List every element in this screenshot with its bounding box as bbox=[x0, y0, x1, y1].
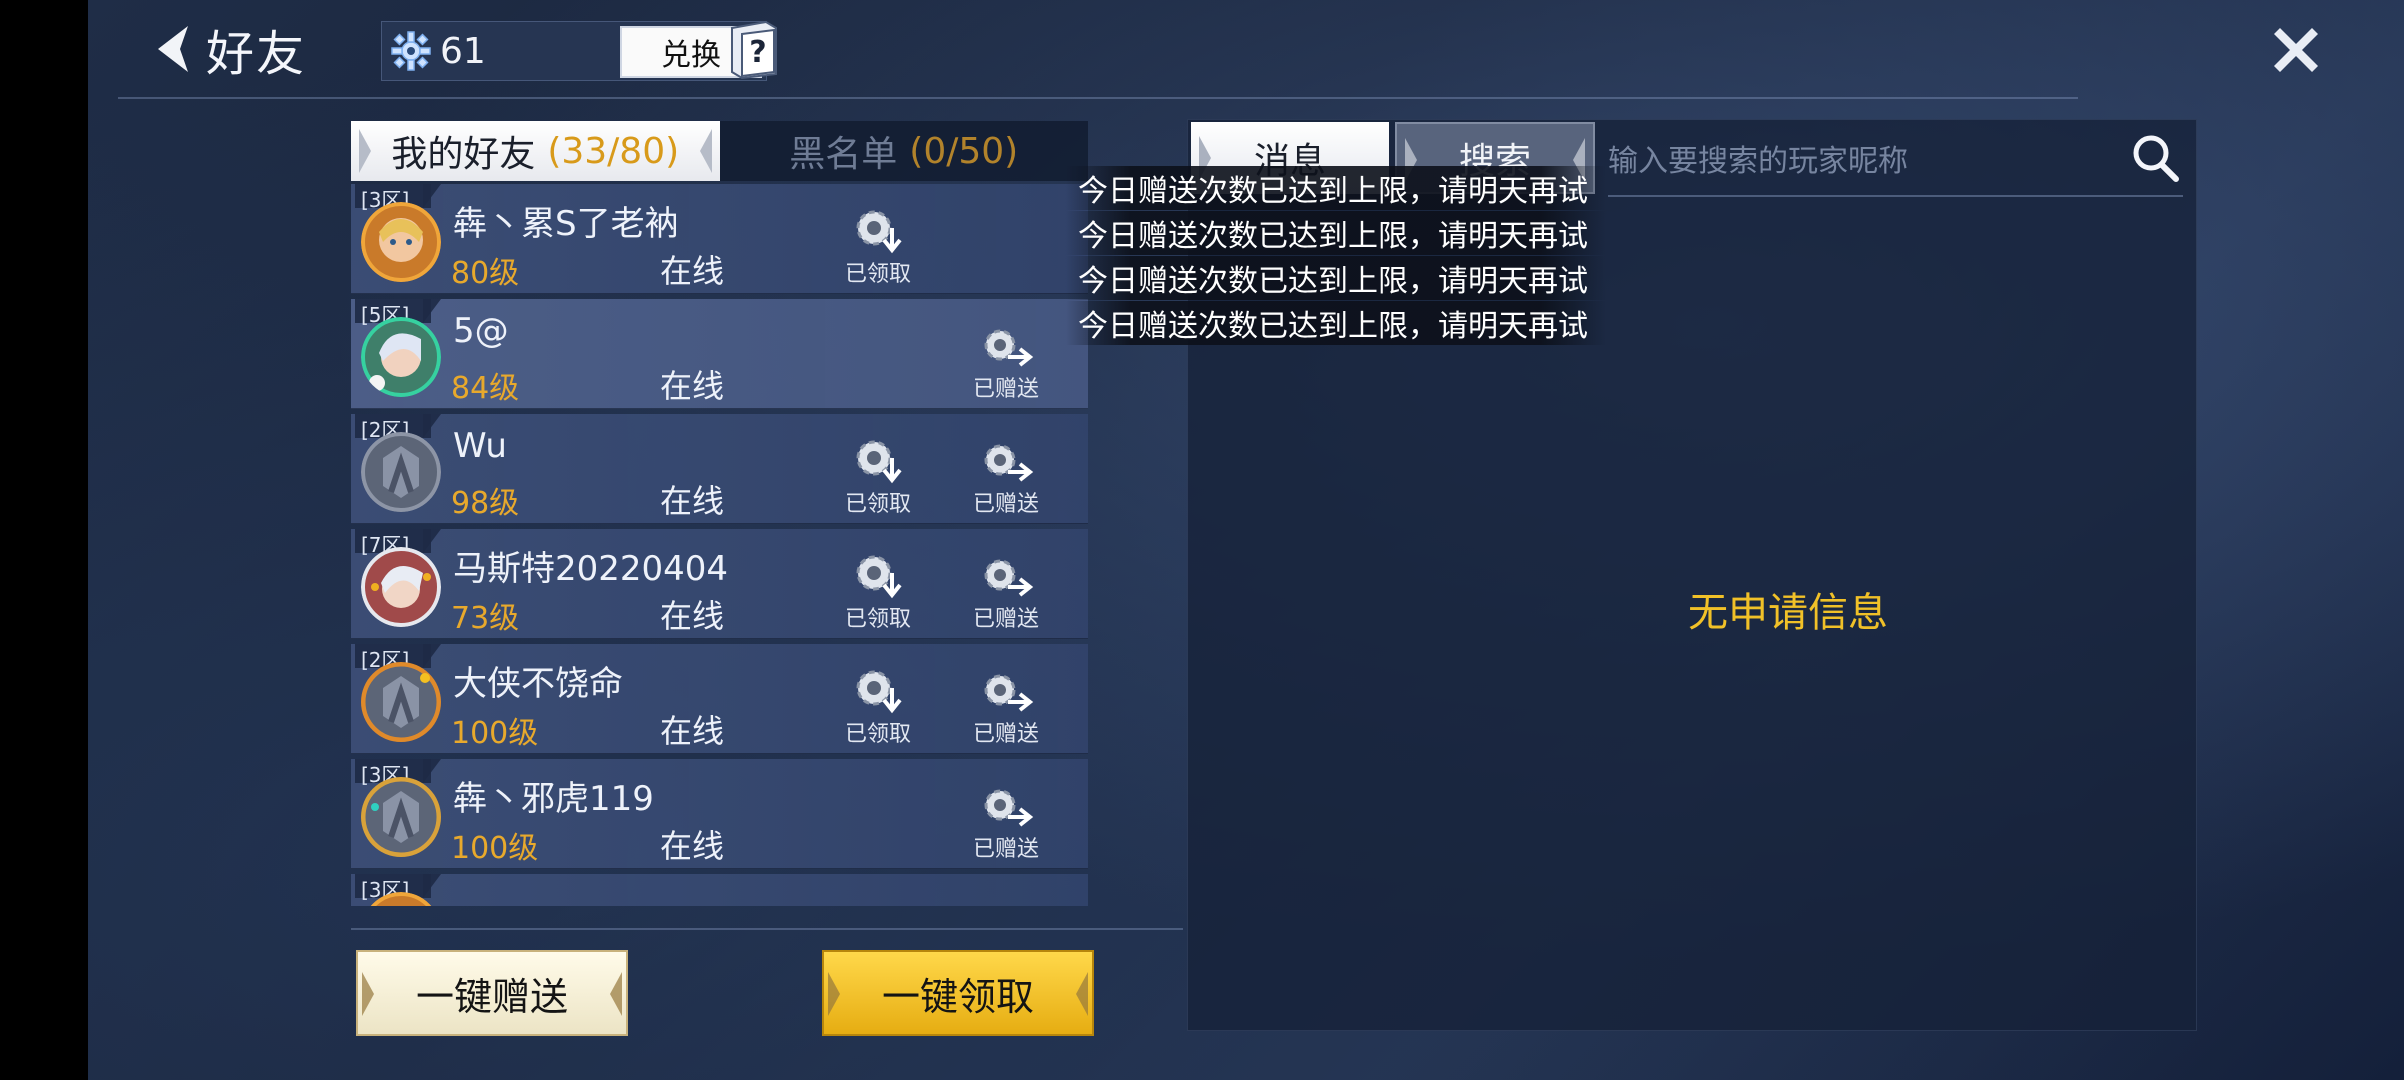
claim-gift-label: 已领取 bbox=[844, 262, 911, 287]
claim-gift-button[interactable]: 已领取 bbox=[833, 664, 923, 748]
friend-row[interactable]: [2区] 大侠不饶命 100级 在线 已领取 已赠送 bbox=[351, 644, 1088, 754]
gift-send-icon bbox=[984, 329, 1034, 367]
friend-level: 98级 bbox=[451, 486, 520, 521]
claim-all-button[interactable]: 一键领取 bbox=[822, 950, 1094, 1036]
list-divider bbox=[351, 928, 1183, 930]
tab-my-friends[interactable]: 我的好友 (33/80) bbox=[351, 121, 720, 181]
currency-bar: 61 兑换 bbox=[381, 21, 767, 81]
friend-row[interactable]: [3区] 犇丶累S了老衲 80级 在线 已领取 bbox=[351, 184, 1088, 294]
friend-level: 100级 bbox=[451, 716, 539, 751]
page-title: 好友 bbox=[206, 26, 307, 82]
search-icon[interactable] bbox=[2126, 126, 2186, 190]
claim-gift-button[interactable]: 已领取 bbox=[833, 204, 923, 288]
send-gift-label: 已赠送 bbox=[972, 377, 1039, 402]
friend-row[interactable]: [7区] 马斯特20220404 73级 在线 已领取 已赠送 bbox=[351, 529, 1088, 639]
toast-message: 今日赠送次数已达到上限，请明天再试 bbox=[1066, 211, 1606, 255]
tab-my-friends-label: 我的好友 bbox=[391, 134, 536, 175]
gift-send-icon bbox=[984, 674, 1034, 712]
friend-status: 在线 bbox=[660, 252, 725, 290]
friend-status: 在线 bbox=[660, 712, 725, 750]
send-gift-button[interactable]: 已赠送 bbox=[961, 664, 1051, 748]
send-gift-button[interactable]: 已赠送 bbox=[961, 319, 1051, 403]
svg-text:?: ? bbox=[749, 35, 766, 70]
search-input[interactable] bbox=[1608, 130, 2128, 192]
claim-gift-label: 已领取 bbox=[844, 607, 911, 632]
claim-gift-label: 已领取 bbox=[844, 722, 911, 747]
avatar[interactable] bbox=[361, 432, 441, 512]
back-arrow-icon bbox=[158, 26, 188, 72]
friend-name: 5@ bbox=[453, 311, 509, 351]
help-book-icon[interactable]: ? bbox=[726, 18, 782, 80]
avatar[interactable] bbox=[361, 202, 441, 282]
friend-level: 100级 bbox=[451, 831, 539, 866]
tab-blacklist-count: (0/50) bbox=[909, 130, 1019, 172]
claim-gift-button[interactable]: 已领取 bbox=[833, 549, 923, 633]
friend-status: 在线 bbox=[660, 482, 725, 520]
gift-claim-icon bbox=[856, 210, 902, 254]
toast-message: 今日赠送次数已达到上限，请明天再试 bbox=[1066, 256, 1606, 300]
toast-stack: 今日赠送次数已达到上限，请明天再试 今日赠送次数已达到上限，请明天再试 今日赠送… bbox=[1066, 166, 1606, 346]
send-gift-button[interactable]: 已赠送 bbox=[961, 779, 1051, 863]
send-all-button[interactable]: 一键赠送 bbox=[356, 950, 628, 1036]
currency-count: 61 bbox=[440, 30, 486, 72]
close-icon[interactable] bbox=[2266, 20, 2326, 80]
header-divider bbox=[118, 97, 2078, 99]
send-gift-label: 已赠送 bbox=[972, 607, 1039, 632]
friend-status: 在线 bbox=[660, 827, 725, 865]
friend-name: 犇丶邪虎119 bbox=[453, 779, 654, 819]
gear-token-icon bbox=[391, 31, 431, 71]
send-gift-label: 已赠送 bbox=[972, 837, 1039, 862]
search-underline bbox=[1608, 195, 2183, 197]
friend-row[interactable]: [5区] 5@ 84级 在线 已赠送 bbox=[351, 299, 1088, 409]
send-gift-label: 已赠送 bbox=[972, 722, 1039, 747]
friend-name: Wu bbox=[453, 426, 507, 466]
tab-my-friends-count: (33/80) bbox=[547, 130, 680, 172]
friend-level: 84级 bbox=[451, 371, 520, 406]
friend-name: 大侠不饶命 bbox=[453, 664, 623, 704]
toast-message: 今日赠送次数已达到上限，请明天再试 bbox=[1066, 166, 1606, 210]
send-gift-label: 已赠送 bbox=[972, 492, 1039, 517]
empty-message: 无申请信息 bbox=[1688, 590, 1888, 636]
friend-row[interactable]: [3区] 犇丶邪虎119 100级 在线 已赠送 bbox=[351, 759, 1088, 869]
gift-send-icon bbox=[984, 559, 1034, 597]
friend-tabs: 我的好友 (33/80) 黑名单 (0/50) bbox=[351, 121, 1088, 181]
gift-send-icon bbox=[984, 444, 1034, 482]
friend-status: 在线 bbox=[660, 597, 725, 635]
friend-row[interactable]: [2区] Wu 98级 在线 已领取 已赠送 bbox=[351, 414, 1088, 524]
send-gift-button[interactable]: 已赠送 bbox=[961, 549, 1051, 633]
avatar[interactable] bbox=[361, 547, 441, 627]
tab-blacklist[interactable]: 黑名单 (0/50) bbox=[719, 121, 1088, 181]
tab-blacklist-label: 黑名单 bbox=[789, 134, 898, 175]
avatar[interactable] bbox=[361, 662, 441, 742]
gift-send-icon bbox=[984, 789, 1034, 827]
claim-gift-button[interactable]: 已领取 bbox=[833, 434, 923, 518]
friend-name: 马斯特20220404 bbox=[453, 549, 729, 589]
gift-claim-icon bbox=[856, 670, 902, 714]
friend-list[interactable]: [3区] 犇丶累S了老衲 80级 在线 已领取 [5区] 5@ 84级 在线 已… bbox=[351, 184, 1088, 906]
gift-claim-icon bbox=[856, 555, 902, 599]
friend-status: 在线 bbox=[660, 367, 725, 405]
avatar[interactable] bbox=[361, 777, 441, 857]
avatar[interactable] bbox=[361, 317, 441, 397]
send-gift-button[interactable]: 已赠送 bbox=[961, 434, 1051, 518]
friend-name: 犇丶累S了老衲 bbox=[453, 204, 679, 244]
friend-level: 73级 bbox=[451, 601, 520, 636]
toast-message: 今日赠送次数已达到上限，请明天再试 bbox=[1066, 301, 1606, 345]
claim-gift-label: 已领取 bbox=[844, 492, 911, 517]
gift-claim-icon bbox=[856, 440, 902, 484]
friend-row[interactable]: [3区] bbox=[351, 874, 1088, 906]
back-button[interactable]: 好友 bbox=[150, 14, 306, 84]
game-screen: 好友 61 兑换 ? 我的好友 (33/80) 黑名单 (0/50) [3区] … bbox=[88, 0, 2404, 1080]
friend-level: 80级 bbox=[451, 256, 520, 291]
